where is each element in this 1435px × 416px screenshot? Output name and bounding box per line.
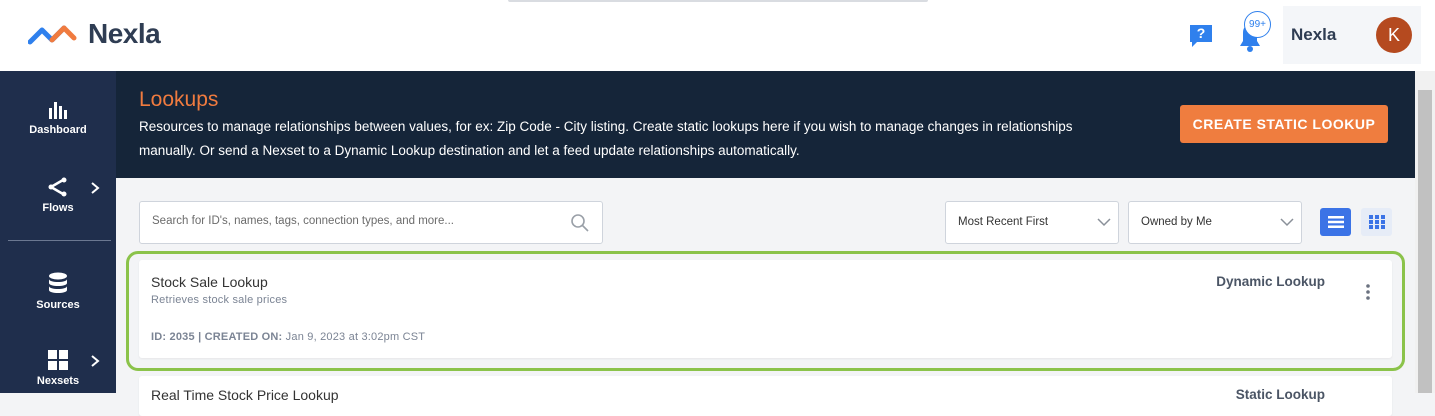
user-menu[interactable]: Nexla K — [1283, 6, 1421, 64]
sidebar-item-dashboard[interactable]: Dashboard — [0, 85, 116, 149]
notification-badge: 99+ — [1244, 11, 1271, 38]
top-indicator — [508, 0, 928, 2]
page-banner: Lookups Resources to manage relationship… — [116, 71, 1415, 178]
sidebar-item-label: Nexsets — [36, 375, 80, 387]
help-button[interactable]: ? — [1187, 22, 1215, 50]
highlight-outline — [126, 251, 1405, 371]
scrollbar-thumb[interactable] — [1418, 90, 1432, 393]
top-header: Nexla ? 99+ Nexla K — [0, 0, 1435, 71]
create-static-lookup-button[interactable]: CREATE STATIC LOOKUP — [1180, 105, 1388, 143]
nexla-logo-icon — [28, 25, 77, 45]
database-icon — [49, 272, 67, 293]
sidebar-divider — [8, 240, 111, 241]
sort-select[interactable]: Most Recent First — [945, 201, 1119, 244]
search-icon[interactable] — [570, 213, 590, 233]
sidebar-item-sources[interactable]: Sources — [0, 259, 116, 323]
chevron-right-icon[interactable] — [90, 181, 100, 198]
sidebar-item-flows[interactable]: Flows — [0, 163, 116, 227]
help-icon: ? — [1190, 25, 1212, 47]
chevron-down-icon — [1280, 218, 1294, 227]
flow-icon — [48, 177, 67, 197]
sidebar: Dashboard Flows Sources Nexsets — [0, 71, 116, 393]
sidebar-item-label: Dashboard — [29, 124, 87, 136]
page-title: Lookups — [139, 88, 219, 111]
sidebar-item-label: Flows — [42, 202, 74, 214]
lookup-title[interactable]: Real Time Stock Price Lookup — [151, 387, 339, 403]
page-description: Resources to manage relationships betwee… — [139, 119, 1073, 158]
lookup-type: Static Lookup — [1235, 387, 1325, 402]
user-name: Nexla — [1291, 25, 1337, 44]
chevron-right-icon[interactable] — [90, 354, 100, 371]
grid-view-button[interactable] — [1361, 208, 1392, 236]
sort-select-value: Most Recent First — [958, 216, 1049, 228]
avatar[interactable]: K — [1376, 17, 1412, 53]
svg-text:?: ? — [1197, 25, 1206, 41]
owner-select[interactable]: Owned by Me — [1128, 201, 1302, 244]
list-icon — [1327, 216, 1344, 228]
bar-chart-icon — [49, 102, 67, 119]
grid-view-icon — [1368, 215, 1385, 229]
list-view-button[interactable] — [1320, 208, 1351, 236]
chevron-down-icon — [1097, 218, 1111, 227]
owner-select-value: Owned by Me — [1141, 216, 1212, 228]
search-input[interactable] — [152, 215, 552, 227]
search-box[interactable] — [139, 201, 603, 244]
sidebar-item-nexsets[interactable]: Nexsets — [0, 336, 116, 400]
grid-icon — [48, 350, 68, 370]
lookup-card[interactable]: Real Time Stock Price Lookup Static Look… — [139, 376, 1392, 416]
brand-name: Nexla — [88, 18, 161, 49]
sidebar-item-label: Sources — [36, 299, 80, 311]
brand-logo[interactable]: Nexla — [28, 18, 161, 50]
